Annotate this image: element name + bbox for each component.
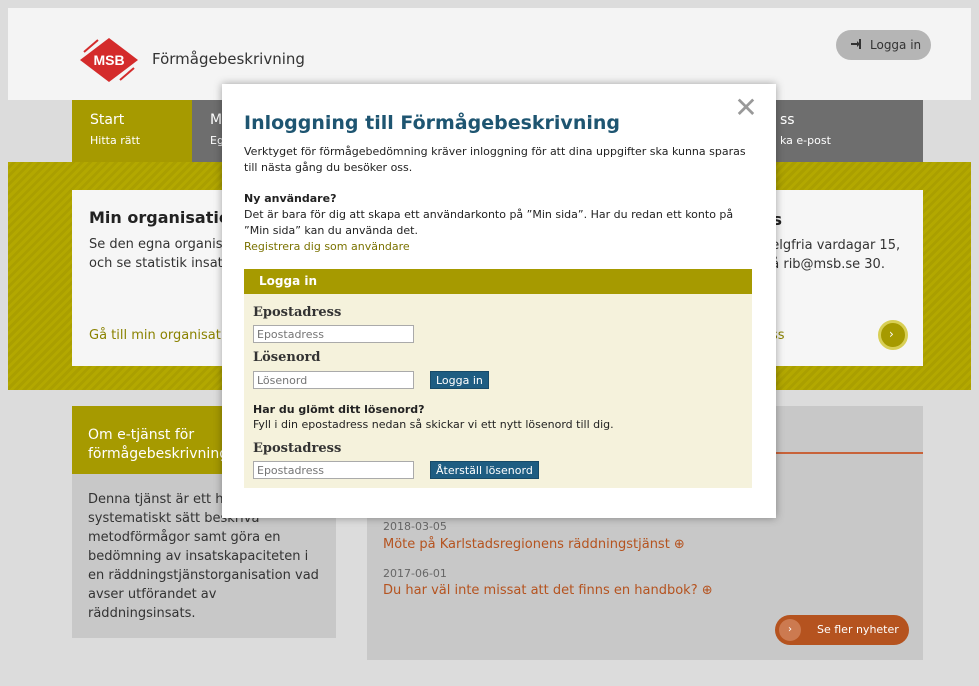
modal-title: Inloggning till Förmågebeskrivning <box>244 112 620 134</box>
forgot-password-heading: Har du glömt ditt lösenord? <box>253 403 425 416</box>
close-icon[interactable]: ✕ <box>734 94 758 122</box>
login-modal: ✕ Inloggning till Förmågebeskrivning Ver… <box>222 84 776 518</box>
password-field[interactable] <box>253 371 414 389</box>
new-user-text: Det är bara för dig att skapa ett använd… <box>244 208 734 237</box>
reset-password-button[interactable]: Återställ lösenord <box>430 461 539 479</box>
reset-email-label: Epostadress <box>253 441 342 456</box>
register-link[interactable]: Registrera dig som användare <box>244 240 410 253</box>
password-label: Lösenord <box>253 350 321 365</box>
modal-intro: Verktyget för förmågebedömning kräver in… <box>244 145 746 174</box>
email-field[interactable] <box>253 325 414 343</box>
forgot-password-text: Fyll i din epostadress nedan så skickar … <box>253 418 614 431</box>
new-user-heading: Ny användare? <box>244 192 337 205</box>
page: MSB Förmågebeskrivning Logga in Start Hi… <box>0 0 979 686</box>
login-panel-header: Logga in <box>244 269 752 294</box>
reset-email-field[interactable] <box>253 461 414 479</box>
email-label: Epostadress <box>253 305 342 320</box>
login-panel: Logga in Epostadress Lösenord Logga in H… <box>244 269 752 488</box>
login-button[interactable]: Logga in <box>430 371 489 389</box>
